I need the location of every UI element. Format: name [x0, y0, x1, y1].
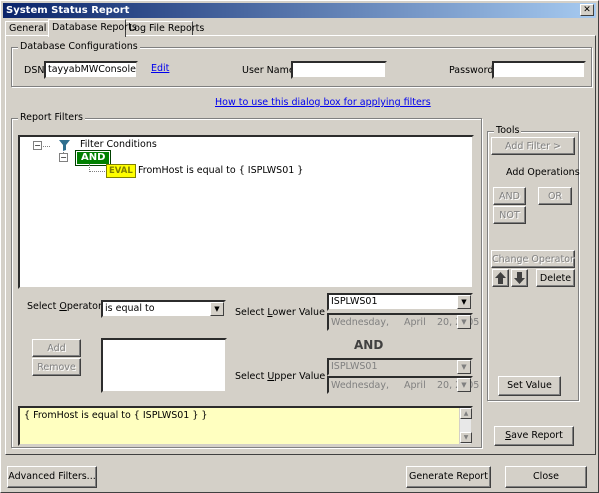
chevron-down-icon[interactable]: ▼: [457, 315, 471, 329]
lower-date-month: April: [404, 317, 426, 328]
expander-minus-icon[interactable]: −: [59, 153, 68, 162]
tree-connector: [89, 171, 105, 172]
and-operation-button[interactable]: AND: [493, 187, 526, 205]
lower-value: ISPLWS01: [331, 296, 378, 307]
window-title: System Status Report: [6, 5, 130, 16]
tab-database-reports[interactable]: Database Reports: [48, 19, 137, 37]
select-upper-value-label: Select Upper Value: [235, 371, 326, 382]
upper-value-select[interactable]: ISPLWS01 ▼: [327, 358, 473, 376]
edit-dsn-link[interactable]: Edit: [151, 63, 169, 74]
delete-button[interactable]: Delete: [536, 269, 575, 287]
expander-minus-icon[interactable]: −: [33, 141, 42, 150]
upper-date-month: April: [404, 380, 426, 391]
chevron-down-icon[interactable]: ▼: [457, 295, 471, 309]
dsn-label: DSN: [24, 65, 45, 76]
lower-date-day: Wednesday,: [331, 317, 390, 328]
upper-date-picker[interactable]: Wednesday, April 20, 2005 ▼: [327, 376, 479, 394]
add-button[interactable]: Add: [32, 339, 81, 357]
scroll-down-icon[interactable]: ▼: [460, 432, 472, 443]
operator-select[interactable]: is equal to ▼: [101, 300, 226, 318]
user-name-field[interactable]: [291, 61, 387, 79]
filter-conditions-node[interactable]: Filter Conditions: [80, 139, 157, 150]
password-label: Password: [449, 65, 494, 76]
upper-date-day: Wednesday,: [331, 380, 390, 391]
set-value-button[interactable]: Set Value: [498, 376, 561, 396]
password-field[interactable]: [492, 61, 586, 79]
select-operator-label: Select Operator: [27, 301, 102, 312]
save-report-button[interactable]: Save Report: [494, 426, 574, 446]
select-lower-value-label: Select Lower Value: [235, 307, 325, 318]
filter-funnel-icon: [59, 140, 70, 151]
chevron-down-icon[interactable]: ▼: [210, 302, 224, 316]
condition-node[interactable]: FromHost is equal to { ISPLWS01 }: [138, 165, 303, 176]
upper-value: ISPLWS01: [331, 361, 378, 372]
operator-value: is equal to: [105, 303, 155, 314]
arrow-down-icon: [514, 272, 525, 284]
remove-button[interactable]: Remove: [32, 358, 81, 376]
move-down-button[interactable]: [511, 269, 528, 287]
scroll-up-icon[interactable]: ▲: [460, 408, 472, 419]
report-filters-label: Report Filters: [18, 112, 85, 123]
chevron-down-icon[interactable]: ▼: [457, 378, 471, 392]
eval-node-badge[interactable]: EVAL: [106, 164, 136, 178]
filter-expression-text: { FromHost is equal to { ISPLWS01 } }: [24, 410, 208, 421]
upper-and-label: AND: [354, 338, 384, 352]
system-status-report-window: System Status Report ✕ General Database …: [0, 0, 599, 493]
chevron-down-icon[interactable]: ▼: [457, 360, 471, 374]
tab-general[interactable]: General: [5, 21, 49, 36]
help-filters-link[interactable]: How to use this dialog box for applying …: [215, 97, 431, 108]
generate-report-button[interactable]: Generate Report: [406, 466, 491, 488]
values-list[interactable]: [101, 338, 227, 393]
database-configurations-label: Database Configurations: [18, 41, 140, 52]
close-window-icon[interactable]: ✕: [580, 4, 594, 16]
not-operation-button[interactable]: NOT: [493, 206, 526, 224]
add-operations-label: Add Operations: [506, 167, 580, 178]
title-bar: System Status Report ✕: [3, 3, 596, 18]
tools-label: Tools: [494, 125, 522, 136]
or-operation-button[interactable]: OR: [538, 187, 572, 205]
advanced-filters-button[interactable]: Advanced Filters...: [7, 466, 97, 488]
and-node-badge[interactable]: AND: [74, 150, 112, 166]
vertical-scrollbar[interactable]: ▲ ▼: [459, 408, 472, 444]
close-button[interactable]: Close: [505, 466, 587, 488]
add-filter-button[interactable]: Add Filter >: [491, 137, 575, 155]
dsn-field[interactable]: tayyabMWConsoledb: [44, 61, 138, 79]
filter-tree[interactable]: − Filter Conditions − AND EVAL FromHost …: [18, 135, 474, 289]
filter-expression-box[interactable]: { FromHost is equal to { ISPLWS01 } } ▲ …: [18, 406, 473, 446]
arrow-up-icon: [495, 272, 506, 284]
change-operator-button[interactable]: Change Operator: [491, 250, 575, 268]
user-name-label: User Name: [242, 65, 295, 76]
lower-date-picker[interactable]: Wednesday, April 20, 2005 ▼: [327, 313, 479, 331]
move-up-button[interactable]: [492, 269, 509, 287]
lower-value-select[interactable]: ISPLWS01 ▼: [327, 293, 473, 311]
